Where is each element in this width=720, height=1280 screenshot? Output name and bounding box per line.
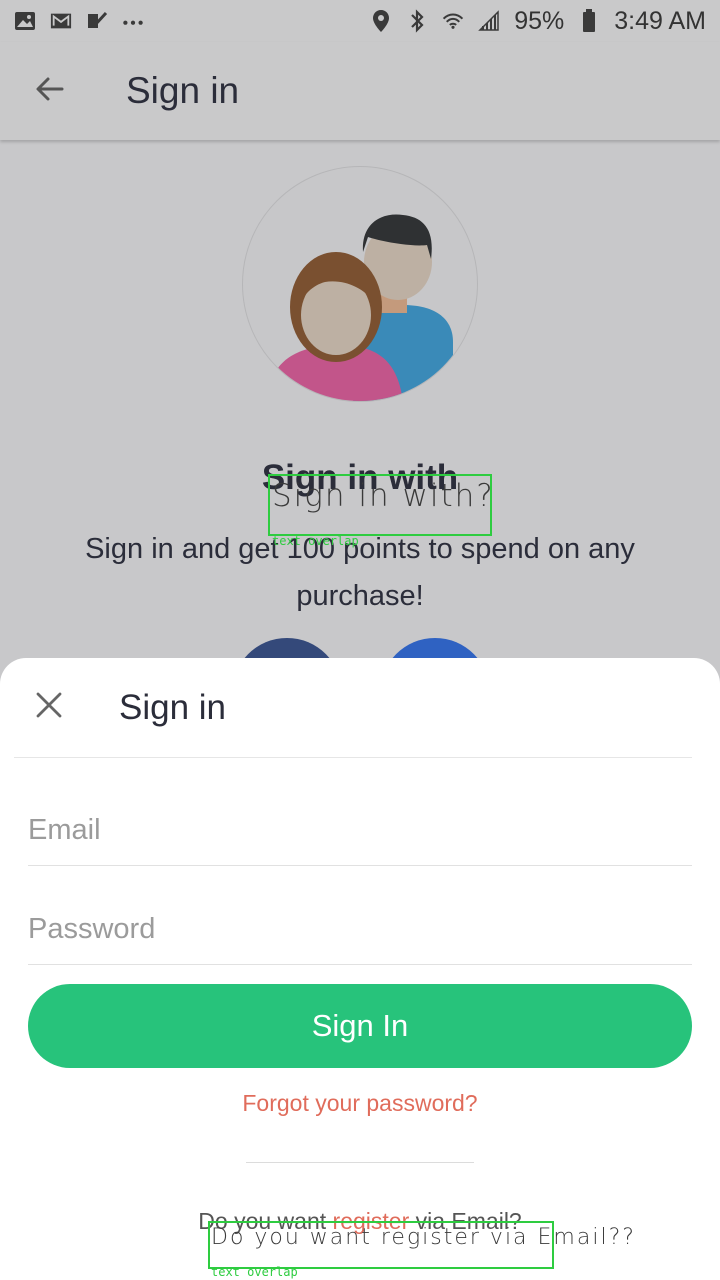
battery-icon (578, 9, 600, 32)
more-dots-icon (122, 11, 144, 31)
app-bar-title: Sign in (126, 70, 240, 111)
signin-bottom-sheet: Sign in Sign In Forgot your password? Do… (0, 658, 720, 1280)
battery-percent: 95% (514, 6, 565, 35)
email-field[interactable] (28, 796, 692, 866)
signal-icon (478, 10, 500, 31)
background-content: Sign in with Sign in and get 100 points … (0, 140, 720, 748)
overlap-annotation-text-1: Sign in with? (272, 478, 495, 514)
sheet-title: Sign in (119, 687, 227, 727)
location-icon (370, 10, 392, 32)
users-avatar-illustration (242, 166, 478, 402)
password-field[interactable] (28, 895, 692, 965)
bluetooth-icon (406, 9, 428, 33)
divider (246, 1162, 474, 1163)
status-bar-left (14, 11, 144, 31)
overlap-annotation-label-1: text overlap (272, 534, 359, 548)
forgot-password-link[interactable]: Forgot your password? (0, 1090, 720, 1117)
check-app-icon (86, 11, 108, 31)
back-arrow-icon (34, 73, 66, 110)
password-input[interactable] (28, 913, 692, 946)
overlap-annotation-label-2: text overlap (211, 1265, 298, 1279)
signin-description: Sign in and get 100 points to spend on a… (85, 533, 635, 612)
status-bar: 95% 3:49 AM (0, 0, 720, 42)
sheet-header: Sign in (14, 658, 692, 758)
status-bar-right: 95% 3:49 AM (370, 7, 706, 36)
close-icon (35, 691, 63, 724)
back-button[interactable] (0, 42, 100, 140)
clock: 3:49 AM (614, 6, 706, 35)
gallery-icon (14, 11, 36, 31)
signin-button[interactable]: Sign In (28, 984, 692, 1068)
overlap-annotation-text-2: Do you want register via Email?? (211, 1225, 636, 1250)
mail-icon (50, 11, 72, 31)
close-button[interactable] (14, 658, 84, 758)
app-bar: Sign in (0, 42, 720, 140)
wifi-icon (442, 11, 464, 31)
email-input[interactable] (28, 814, 692, 847)
